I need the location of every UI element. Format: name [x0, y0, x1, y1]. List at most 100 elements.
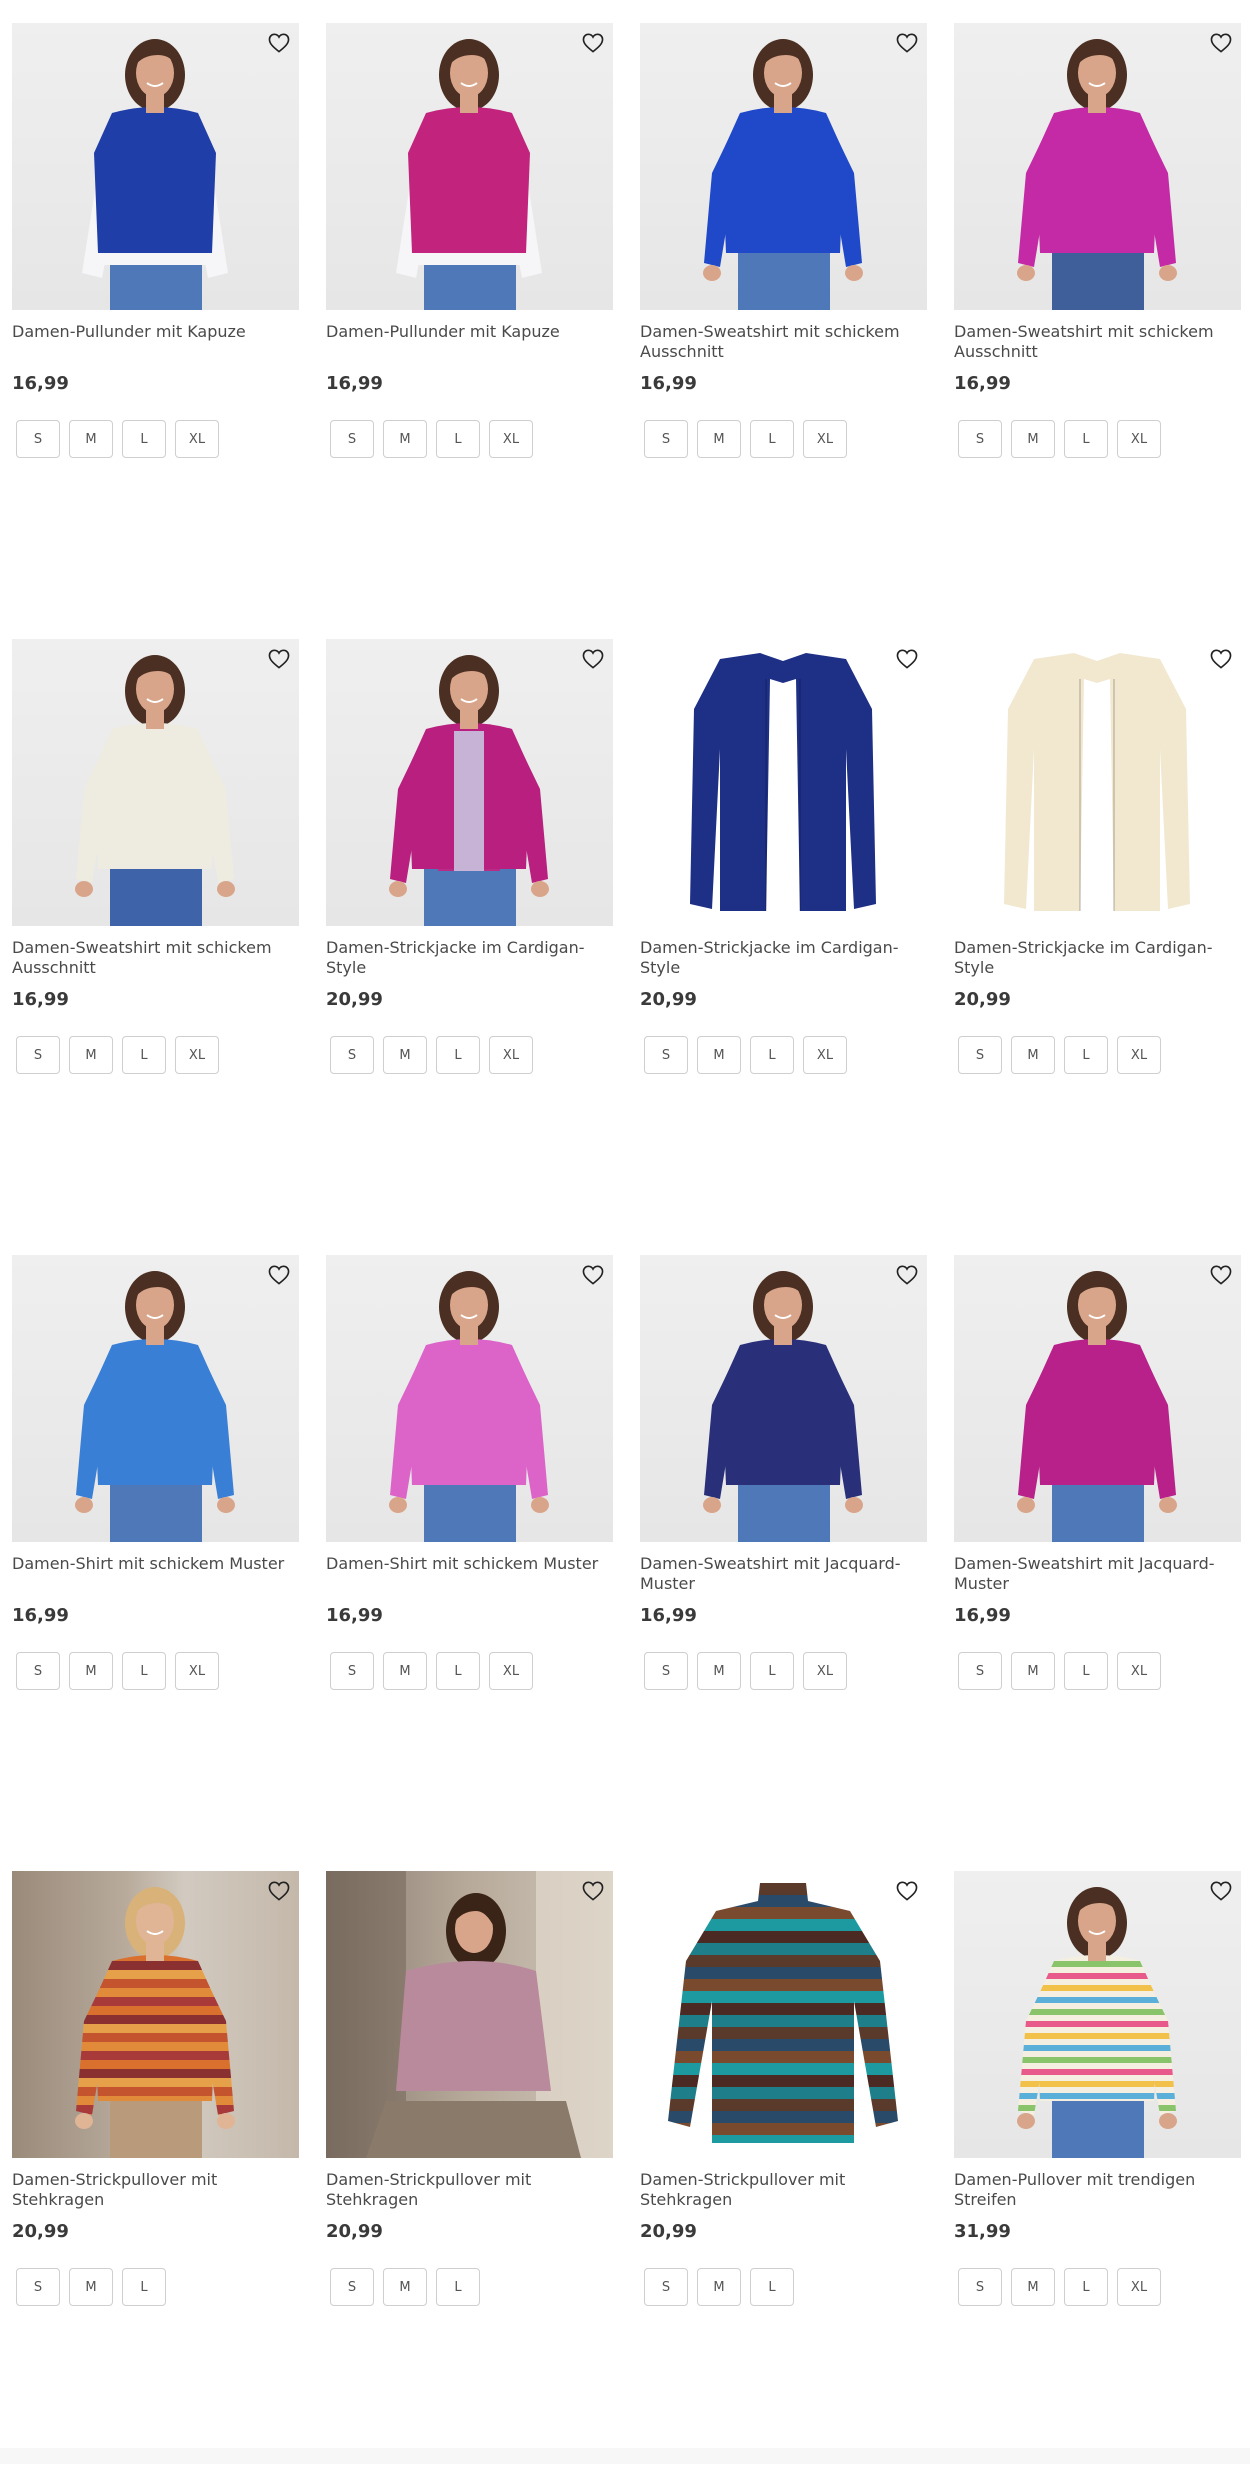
size-button[interactable]: S — [330, 1036, 374, 1074]
size-button[interactable]: L — [1064, 1036, 1108, 1074]
product-title[interactable]: Damen-Pullunder mit Kapuze — [326, 322, 613, 362]
size-button[interactable]: S — [16, 2268, 60, 2306]
size-button[interactable]: XL — [1117, 2268, 1161, 2306]
size-button[interactable]: S — [958, 420, 1002, 458]
size-button[interactable]: M — [69, 1652, 113, 1690]
product-card[interactable]: Damen-Strickjacke im Cardigan-Style 20,99… — [326, 639, 613, 1255]
wishlist-heart-icon[interactable] — [582, 1881, 606, 1903]
product-image[interactable] — [12, 1255, 299, 1542]
product-title[interactable]: Damen-Strickpullover mit Stehkragen — [326, 2170, 613, 2210]
size-button[interactable]: XL — [803, 1652, 847, 1690]
product-image[interactable] — [954, 639, 1241, 926]
size-button[interactable]: L — [750, 1036, 794, 1074]
wishlist-heart-icon[interactable] — [896, 1265, 920, 1287]
size-button[interactable]: M — [697, 1036, 741, 1074]
wishlist-heart-icon[interactable] — [268, 1881, 292, 1903]
size-button[interactable]: XL — [175, 420, 219, 458]
product-title[interactable]: Damen-Sweatshirt mit Jacquard-Muster — [954, 1554, 1241, 1594]
size-button[interactable]: L — [436, 2268, 480, 2306]
size-button[interactable]: S — [644, 2268, 688, 2306]
size-button[interactable]: L — [750, 1652, 794, 1690]
product-image[interactable] — [326, 23, 613, 310]
wishlist-heart-icon[interactable] — [1210, 1265, 1234, 1287]
product-title[interactable]: Damen-Sweatshirt mit Jacquard-Muster — [640, 1554, 927, 1594]
product-image[interactable] — [326, 1871, 613, 2158]
size-button[interactable]: L — [1064, 2268, 1108, 2306]
product-title[interactable]: Damen-Strickpullover mit Stehkragen — [12, 2170, 299, 2210]
size-button[interactable]: S — [16, 1652, 60, 1690]
product-title[interactable]: Damen-Shirt mit schickem Muster — [326, 1554, 613, 1594]
size-button[interactable]: S — [16, 1036, 60, 1074]
wishlist-heart-icon[interactable] — [268, 649, 292, 671]
size-button[interactable]: M — [1011, 2268, 1055, 2306]
size-button[interactable]: M — [383, 420, 427, 458]
product-card[interactable]: Damen-Pullunder mit Kapuze 16,99 S M L XL — [12, 23, 299, 639]
product-image[interactable] — [12, 1871, 299, 2158]
product-title[interactable]: Damen-Sweatshirt mit schickem Ausschnitt — [640, 322, 927, 362]
size-button[interactable]: M — [697, 1652, 741, 1690]
product-image[interactable] — [954, 1255, 1241, 1542]
product-image[interactable] — [954, 1871, 1241, 2158]
product-image[interactable] — [12, 23, 299, 310]
wishlist-heart-icon[interactable] — [268, 1265, 292, 1287]
size-button[interactable]: XL — [1117, 1036, 1161, 1074]
size-button[interactable]: S — [330, 2268, 374, 2306]
size-button[interactable]: L — [436, 1036, 480, 1074]
size-button[interactable]: L — [1064, 420, 1108, 458]
wishlist-heart-icon[interactable] — [1210, 649, 1234, 671]
product-card[interactable]: Damen-Strickjacke im Cardigan-Style 20,99… — [954, 639, 1241, 1255]
size-button[interactable]: XL — [803, 420, 847, 458]
product-image[interactable] — [640, 23, 927, 310]
size-button[interactable]: XL — [489, 1652, 533, 1690]
product-title[interactable]: Damen-Shirt mit schickem Muster — [12, 1554, 299, 1594]
size-button[interactable]: L — [1064, 1652, 1108, 1690]
size-button[interactable]: L — [122, 1652, 166, 1690]
product-image[interactable] — [12, 639, 299, 926]
product-card[interactable]: Damen-Pullunder mit Kapuze 16,99 S M L XL — [326, 23, 613, 639]
size-button[interactable]: M — [1011, 1036, 1055, 1074]
product-title[interactable]: Damen-Pullunder mit Kapuze — [12, 322, 299, 362]
size-button[interactable]: S — [644, 1652, 688, 1690]
wishlist-heart-icon[interactable] — [896, 33, 920, 55]
size-button[interactable]: XL — [489, 1036, 533, 1074]
size-button[interactable]: S — [330, 420, 374, 458]
size-button[interactable]: M — [383, 1652, 427, 1690]
size-button[interactable]: S — [958, 2268, 1002, 2306]
product-image[interactable] — [640, 1871, 927, 2158]
size-button[interactable]: XL — [175, 1652, 219, 1690]
product-image[interactable] — [326, 639, 613, 926]
size-button[interactable]: M — [69, 420, 113, 458]
wishlist-heart-icon[interactable] — [582, 649, 606, 671]
product-title[interactable]: Damen-Strickjacke im Cardigan-Style — [640, 938, 927, 978]
product-image[interactable] — [640, 639, 927, 926]
product-card[interactable]: Damen-Shirt mit schickem Muster 16,99 S M L X… — [12, 1255, 299, 1871]
size-button[interactable]: XL — [1117, 1652, 1161, 1690]
size-button[interactable]: L — [436, 420, 480, 458]
size-button[interactable]: S — [16, 420, 60, 458]
size-button[interactable]: M — [383, 2268, 427, 2306]
product-title[interactable]: Damen-Pullover mit trendigen Streifen — [954, 2170, 1241, 2210]
wishlist-heart-icon[interactable] — [582, 1265, 606, 1287]
product-card[interactable]: Damen-Strickjacke im Cardigan-Style 20,99… — [640, 639, 927, 1255]
size-button[interactable]: S — [644, 1036, 688, 1074]
wishlist-heart-icon[interactable] — [1210, 33, 1234, 55]
size-button[interactable]: S — [958, 1652, 1002, 1690]
wishlist-heart-icon[interactable] — [1210, 1881, 1234, 1903]
size-button[interactable]: L — [750, 2268, 794, 2306]
product-title[interactable]: Damen-Sweatshirt mit schickem Ausschnitt — [954, 322, 1241, 362]
product-card[interactable]: Damen-Sweatshirt mit schickem Ausschnitt… — [640, 23, 927, 639]
size-button[interactable]: S — [330, 1652, 374, 1690]
size-button[interactable]: M — [1011, 1652, 1055, 1690]
product-image[interactable] — [640, 1255, 927, 1542]
product-card[interactable]: Damen-Pullover mit trendigen Streifen 31,… — [954, 1871, 1241, 2487]
product-title[interactable]: Damen-Strickjacke im Cardigan-Style — [326, 938, 613, 978]
size-button[interactable]: L — [122, 1036, 166, 1074]
size-button[interactable]: XL — [175, 1036, 219, 1074]
size-button[interactable]: M — [697, 2268, 741, 2306]
size-button[interactable]: S — [644, 420, 688, 458]
product-card[interactable]: Damen-Strickpullover mit Stehkragen 20,99… — [640, 1871, 927, 2487]
size-button[interactable]: M — [697, 420, 741, 458]
product-title[interactable]: Damen-Sweatshirt mit schickem Ausschnitt — [12, 938, 299, 978]
size-button[interactable]: M — [69, 2268, 113, 2306]
size-button[interactable]: S — [958, 1036, 1002, 1074]
